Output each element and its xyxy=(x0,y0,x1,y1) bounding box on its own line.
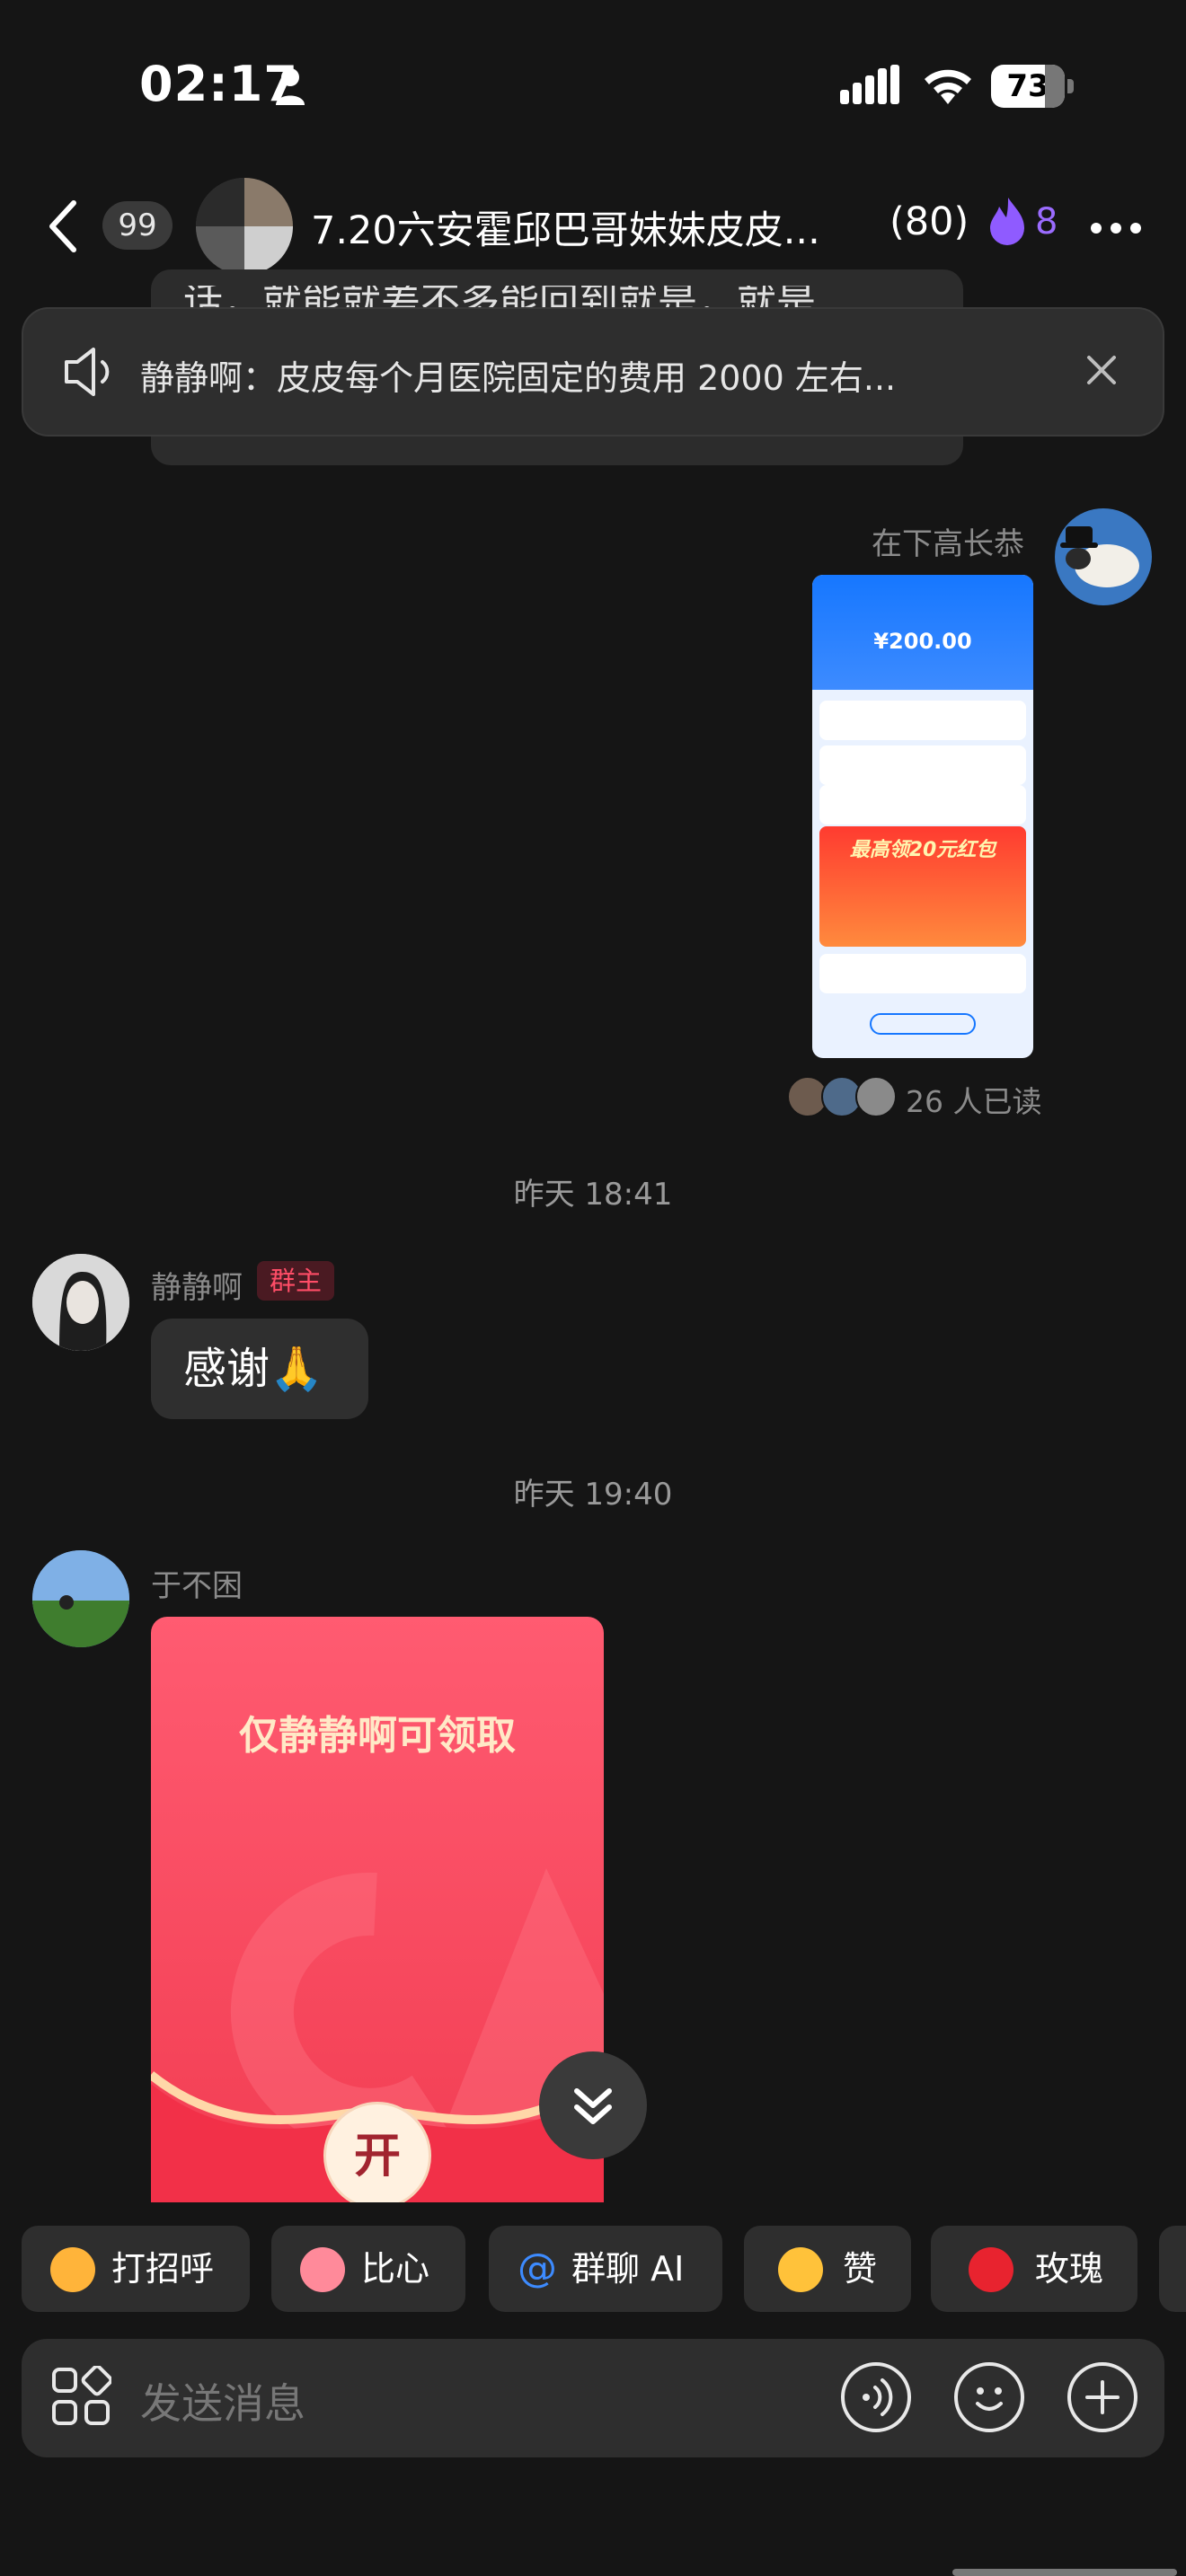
emoji-button[interactable] xyxy=(954,2362,1024,2432)
quick-reply-heart[interactable]: 比心 xyxy=(271,2226,465,2312)
message-bubble[interactable]: 感谢🙏 xyxy=(151,1319,368,1419)
reader-avatars[interactable] xyxy=(787,1076,897,1117)
group-title[interactable]: 7.20六安霍邱巴哥妹妹皮皮... xyxy=(311,199,850,255)
apps-grid-icon[interactable] xyxy=(50,2366,111,2427)
group-avatar[interactable] xyxy=(196,178,293,275)
screenshot-amount: ¥200.00 xyxy=(873,629,972,654)
rose-emoji-icon xyxy=(969,2247,1013,2292)
time-divider: 昨天 18:41 xyxy=(513,1177,673,1213)
speaker-icon xyxy=(65,348,110,396)
add-button[interactable] xyxy=(1067,2362,1137,2432)
voice-wave-icon xyxy=(863,2378,893,2416)
battery-icon: 73 xyxy=(991,65,1074,108)
fire-icon xyxy=(990,198,1024,245)
scroll-to-bottom-button[interactable] xyxy=(539,2051,647,2159)
message-input[interactable]: 发送消息 xyxy=(140,2371,305,2430)
quick-reply-label: 打招呼 xyxy=(111,2249,215,2289)
double-chevron-down-icon xyxy=(574,2088,612,2124)
member-count: (80) xyxy=(890,199,969,244)
heart-hands-emoji-icon xyxy=(300,2247,345,2292)
portrait-avatar-image xyxy=(32,1254,129,1351)
more-options-icon[interactable] xyxy=(1091,223,1141,234)
cellular-signal-icon xyxy=(840,65,899,104)
quick-reply-label: 比心 xyxy=(361,2249,430,2289)
announcement-text[interactable]: 静静啊：皮皮每个月医院固定的费用 2000 左右... xyxy=(140,350,967,400)
quick-reply-label: 群聊 AI xyxy=(571,2249,685,2289)
owner-tag: 群主 xyxy=(257,1261,334,1301)
open-red-packet-button[interactable]: 开 xyxy=(323,2102,431,2202)
quick-reply-greet[interactable]: 打招呼 xyxy=(22,2226,250,2312)
back-arrow-icon[interactable] xyxy=(45,199,81,253)
close-icon[interactable] xyxy=(1084,352,1120,388)
sheep-avatar-image xyxy=(1060,526,1139,587)
avatar[interactable] xyxy=(1055,508,1152,605)
red-packet-card[interactable]: 仅静静啊可领取 开 xyxy=(151,1617,604,2202)
quick-reply-group-ai[interactable]: @ 群聊 AI xyxy=(489,2226,722,2312)
voice-button[interactable] xyxy=(841,2362,911,2432)
payment-screenshot-image[interactable]: ¥200.00 最高领20元红包 xyxy=(812,575,1033,1058)
unread-count-badge[interactable]: 99 xyxy=(102,201,173,250)
wifi-icon xyxy=(925,69,971,104)
person-icon xyxy=(276,68,305,105)
quick-reply-more[interactable] xyxy=(1159,2226,1186,2312)
quick-reply-rose[interactable]: 玫瑰 xyxy=(931,2226,1137,2312)
smiley-icon xyxy=(976,2387,1003,2411)
avatar[interactable] xyxy=(32,1254,129,1351)
quick-reply-like[interactable]: 赞 xyxy=(744,2226,911,2312)
read-status[interactable]: 26 人已读 xyxy=(906,1078,1041,1121)
quick-reply-label: 赞 xyxy=(843,2249,878,2289)
home-indicator xyxy=(952,2569,1177,2576)
red-packet-title: 仅静静啊可领取 xyxy=(239,1713,516,1759)
at-sign-icon: @ xyxy=(518,2245,557,2291)
quick-reply-label: 玫瑰 xyxy=(1035,2249,1104,2289)
avatar[interactable] xyxy=(32,1550,129,1647)
plus-icon xyxy=(1085,2380,1120,2414)
sender-name: 于不困 xyxy=(151,1568,243,1604)
time-divider: 昨天 19:40 xyxy=(513,1477,673,1513)
fire-count: 8 xyxy=(1035,201,1058,243)
sender-name: 静静啊 xyxy=(151,1270,243,1306)
sender-name: 在下高长恭 xyxy=(872,526,1024,562)
screenshot-banner-text: 最高领20元红包 xyxy=(849,839,996,861)
thumbs-up-emoji-icon xyxy=(778,2247,823,2292)
landscape-avatar-image xyxy=(32,1550,129,1647)
quick-reply-bar: 打招呼 比心 @ 群聊 AI 赞 玫瑰 xyxy=(22,2226,1186,2312)
smile-emoji-icon xyxy=(50,2247,95,2292)
